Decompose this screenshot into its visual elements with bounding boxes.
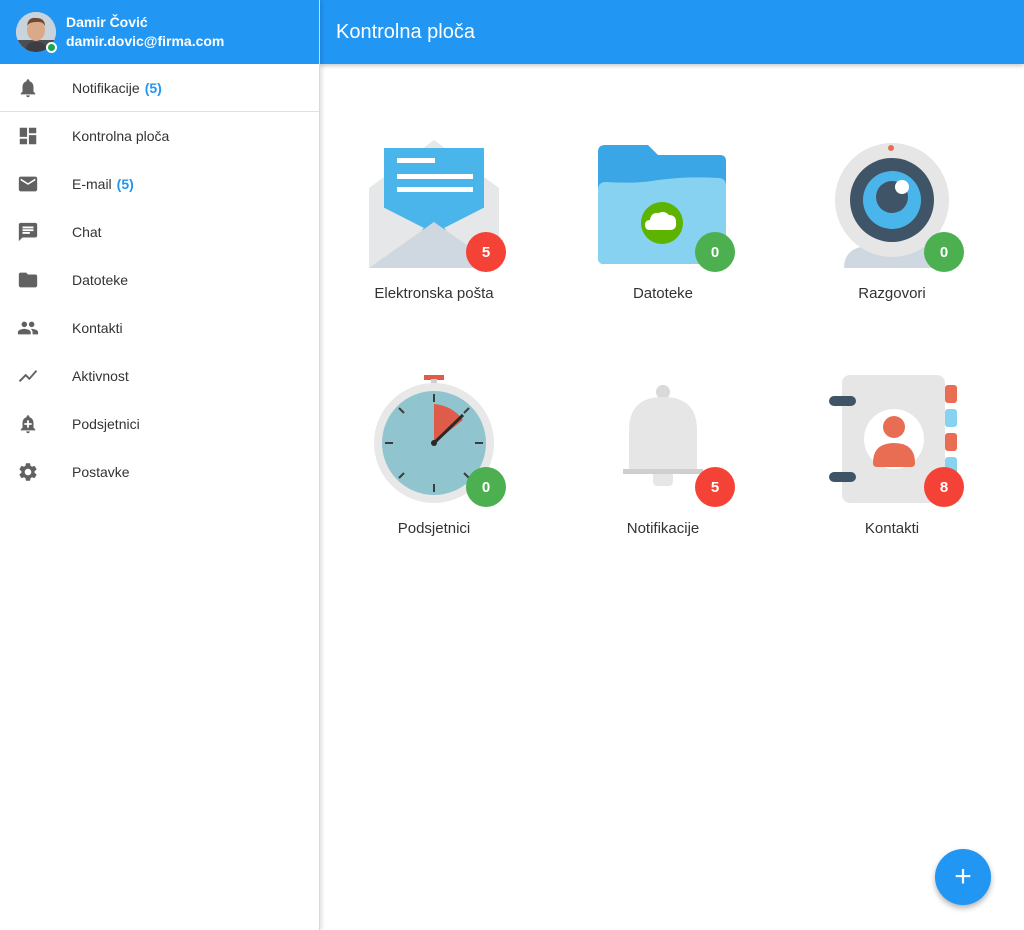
sidebar-item-label: Datoteke (72, 272, 129, 288)
sidebar-item-label: Podsjetnici (72, 416, 140, 432)
tile-label: Podsjetnici (397, 520, 471, 537)
sidebar-nav: Notifikacije (5) Kontrolna ploča E-mail … (0, 64, 319, 496)
tile-label: Notifikacije (626, 520, 700, 537)
people-icon (16, 316, 40, 340)
bell-icon (16, 76, 40, 100)
tile-badge: 5 (695, 467, 735, 507)
tile-elektronska-posta[interactable]: 5 Elektronska pošta (339, 140, 529, 340)
user-info: Damir Čović damir.dovic@firma.com (66, 13, 224, 51)
sidebar-item-chat[interactable]: Chat (0, 208, 319, 256)
page-title: Kontrolna ploča (336, 20, 475, 43)
sidebar-item-postavke[interactable]: Postavke (0, 448, 319, 496)
app-root: Damir Čović damir.dovic@firma.com Notifi… (0, 0, 1024, 930)
sidebar-item-count: (5) (144, 79, 162, 96)
sidebar-item-label: Postavke (72, 464, 130, 480)
sidebar-item-label: Notifikacije (72, 79, 140, 96)
user-name: Damir Čović (66, 14, 148, 30)
top-app-bar: Kontrolna ploča (320, 0, 1024, 64)
tile-notifikacije[interactable]: 5 Notifikacije (568, 375, 758, 575)
tile-label: Razgovori (858, 285, 926, 302)
sidebar-item-podsjetnici[interactable]: Podsjetnici (0, 400, 319, 448)
tile-kontakti[interactable]: 8 Kontakti (797, 375, 987, 575)
sidebar-item-notifikacije[interactable]: Notifikacije (5) (0, 64, 319, 112)
sidebar-item-label: Aktivnost (72, 368, 129, 384)
tile-badge: 0 (924, 232, 964, 272)
dashboard-icon (16, 124, 40, 148)
tile-label: Datoteke (632, 285, 694, 302)
sidebar-item-label: Chat (72, 224, 102, 240)
sidebar-item-kontrolna-ploca[interactable]: Kontrolna ploča (0, 112, 319, 160)
user-header[interactable]: Damir Čović damir.dovic@firma.com (0, 0, 319, 64)
sidebar-item-label: E-mail (72, 176, 112, 192)
sidebar-item-kontakti[interactable]: Kontakti (0, 304, 319, 352)
tile-datoteke[interactable]: 0 Datoteke (568, 140, 758, 340)
folder-icon (16, 268, 40, 292)
online-status-dot (46, 42, 57, 53)
mail-icon (16, 172, 40, 196)
alarm-add-icon (16, 412, 40, 436)
gear-icon (16, 460, 40, 484)
trending-icon (16, 364, 40, 388)
tile-badge: 5 (466, 232, 506, 272)
tile-razgovori[interactable]: 0 Razgovori (797, 140, 987, 340)
sidebar: Damir Čović damir.dovic@firma.com Notifi… (0, 0, 320, 930)
sidebar-item-count: (5) (116, 176, 134, 192)
chat-icon (16, 220, 40, 244)
avatar[interactable] (16, 12, 57, 53)
tile-badge: 8 (924, 467, 964, 507)
tile-label: Elektronska pošta (374, 285, 494, 302)
sidebar-item-aktivnost[interactable]: Aktivnost (0, 352, 319, 400)
add-fab-button[interactable]: + (935, 849, 991, 905)
tile-badge: 0 (466, 467, 506, 507)
tile-badge: 0 (695, 232, 735, 272)
tile-label: Kontakti (864, 520, 920, 537)
sidebar-item-label: Kontakti (72, 320, 123, 336)
sidebar-item-email[interactable]: E-mail (5) (0, 160, 319, 208)
sidebar-item-label: Kontrolna ploča (72, 128, 170, 144)
user-email: damir.dovic@firma.com (66, 33, 225, 49)
tile-podsjetnici[interactable]: 0 Podsjetnici (339, 375, 529, 575)
plus-icon: + (954, 860, 972, 893)
sidebar-item-datoteke[interactable]: Datoteke (0, 256, 319, 304)
